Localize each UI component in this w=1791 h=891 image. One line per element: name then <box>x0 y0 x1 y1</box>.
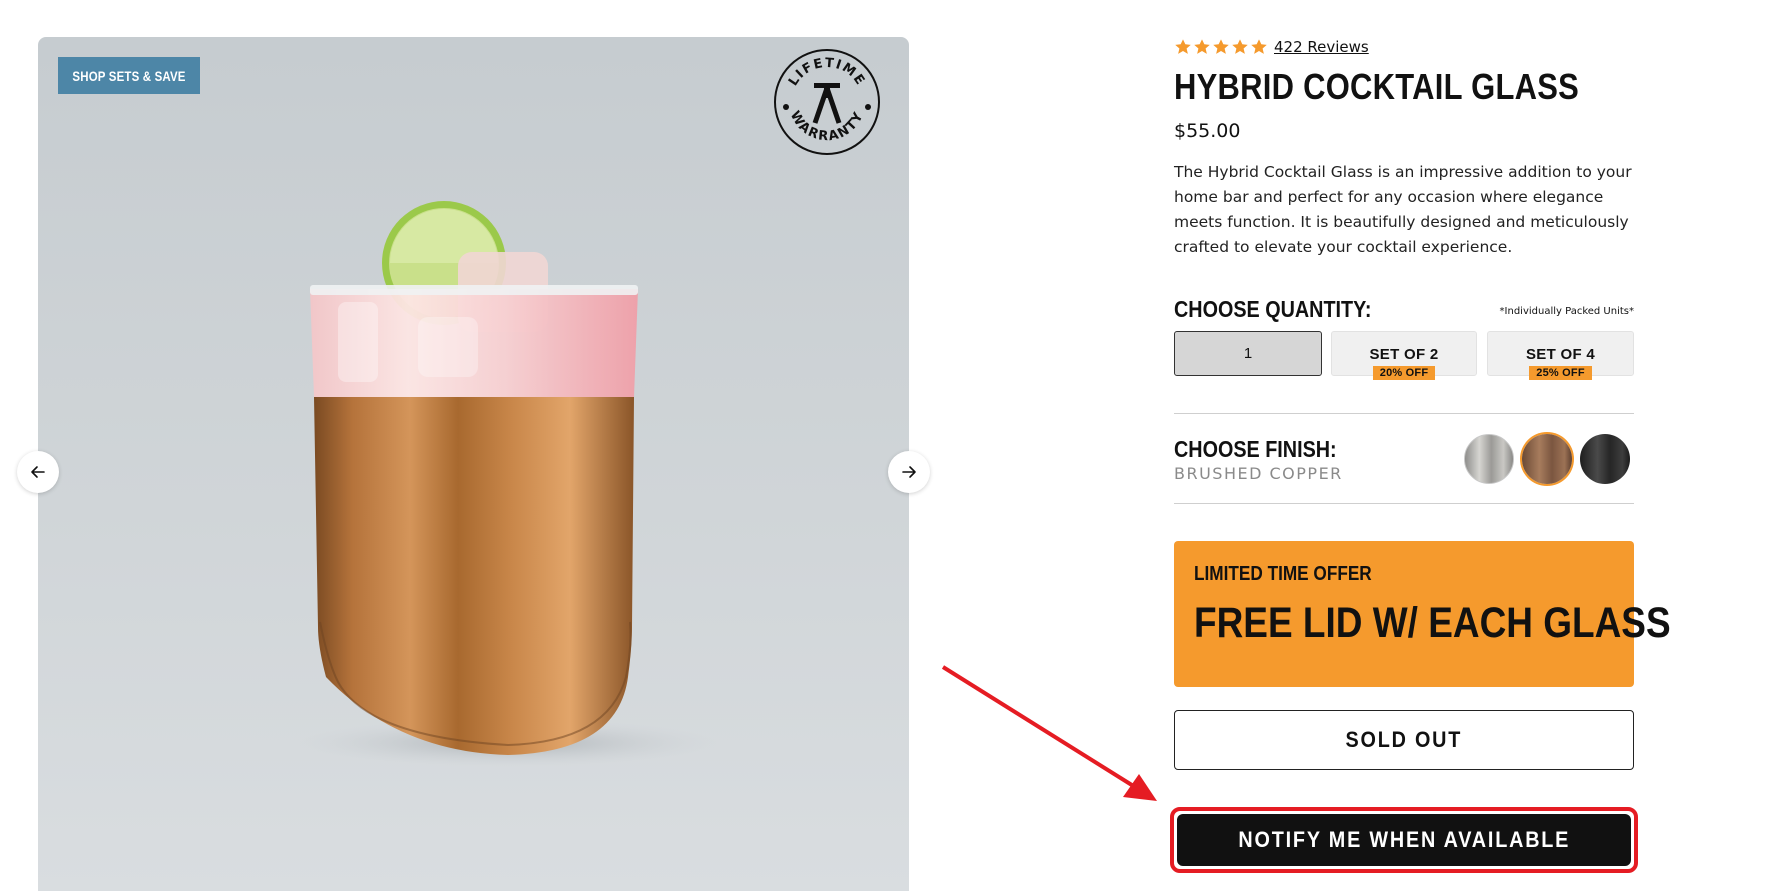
star-icon <box>1194 39 1210 54</box>
annotation-arrow <box>941 665 1157 801</box>
discount-badge: 25% OFF <box>1529 366 1592 380</box>
prev-image-button[interactable] <box>17 451 59 493</box>
quantity-header: CHOOSE QUANTITY: *Individually Packed Un… <box>1174 296 1634 326</box>
quantity-option-1[interactable]: 1 <box>1174 331 1322 376</box>
sold-out-label: SOLD OUT <box>1345 727 1463 752</box>
quantity-option-label: SET OF 4 <box>1525 346 1596 363</box>
notify-me-button[interactable]: NOTIFY ME WHEN AVAILABLE <box>1177 814 1631 866</box>
star-icon <box>1213 39 1229 54</box>
star-rating <box>1174 38 1268 56</box>
arrow-right-icon <box>902 466 916 478</box>
shop-sets-badge[interactable]: SHOP SETS & SAVE <box>58 57 200 94</box>
swatch-black[interactable] <box>1580 434 1630 484</box>
product-image <box>298 201 718 767</box>
product-description: The Hybrid Cocktail Glass is an impressi… <box>1174 163 1632 256</box>
star-icon <box>1232 39 1248 54</box>
quantity-note: *Individually Packed Units* <box>1499 306 1634 317</box>
svg-text:WARRANTY: WARRANTY <box>787 109 867 145</box>
lifetime-warranty-seal: LIFETIME WARRANTY <box>774 49 880 155</box>
star-icon <box>1251 39 1267 54</box>
swatch-stainless-steel[interactable] <box>1464 434 1514 484</box>
divider <box>1174 503 1634 504</box>
finish-swatches <box>1464 434 1630 484</box>
notify-me-label: NOTIFY ME WHEN AVAILABLE <box>1238 827 1570 852</box>
finish-label: CHOOSE FINISH: <box>1174 436 1337 462</box>
rating-row: 422 Reviews <box>1174 38 1369 56</box>
quantity-option-set-of-4[interactable]: SET OF 4 25% OFF <box>1487 331 1634 380</box>
notify-highlight: NOTIFY ME WHEN AVAILABLE <box>1170 807 1638 873</box>
next-image-button[interactable] <box>888 451 930 493</box>
offer-kicker: LIMITED TIME OFFER <box>1194 563 1372 585</box>
product-price: $55.00 <box>1174 120 1241 142</box>
limited-offer-banner: LIMITED TIME OFFER FREE LID W/ EACH GLAS… <box>1174 541 1671 687</box>
quantity-option-label: 1 <box>1243 345 1253 362</box>
star-icon <box>1175 39 1191 54</box>
quantity-option-set-of-2[interactable]: SET OF 2 20% OFF <box>1331 331 1477 380</box>
offer-headline: FREE LID W/ EACH GLASS <box>1194 599 1671 647</box>
quantity-option-label: SET OF 2 <box>1369 346 1439 363</box>
sold-out-button[interactable]: SOLD OUT <box>1174 710 1634 770</box>
discount-badge: 20% OFF <box>1372 366 1436 380</box>
finish-selected-value: BRUSHED COPPER <box>1174 464 1343 483</box>
reviews-link[interactable]: 422 Reviews <box>1274 38 1369 56</box>
product-gallery: SHOP SETS & SAVE LIFETIME WARRANTY <box>38 37 909 891</box>
swatch-brushed-copper[interactable] <box>1522 434 1572 484</box>
divider <box>1174 413 1634 414</box>
quantity-label: CHOOSE QUANTITY: <box>1174 296 1372 322</box>
product-title: HYBRID COCKTAIL GLASS <box>1174 66 1580 107</box>
quantity-options: 1 SET OF 2 20% OFF SET OF 4 25% OFF <box>1174 331 1634 380</box>
arrow-left-icon <box>31 466 45 478</box>
